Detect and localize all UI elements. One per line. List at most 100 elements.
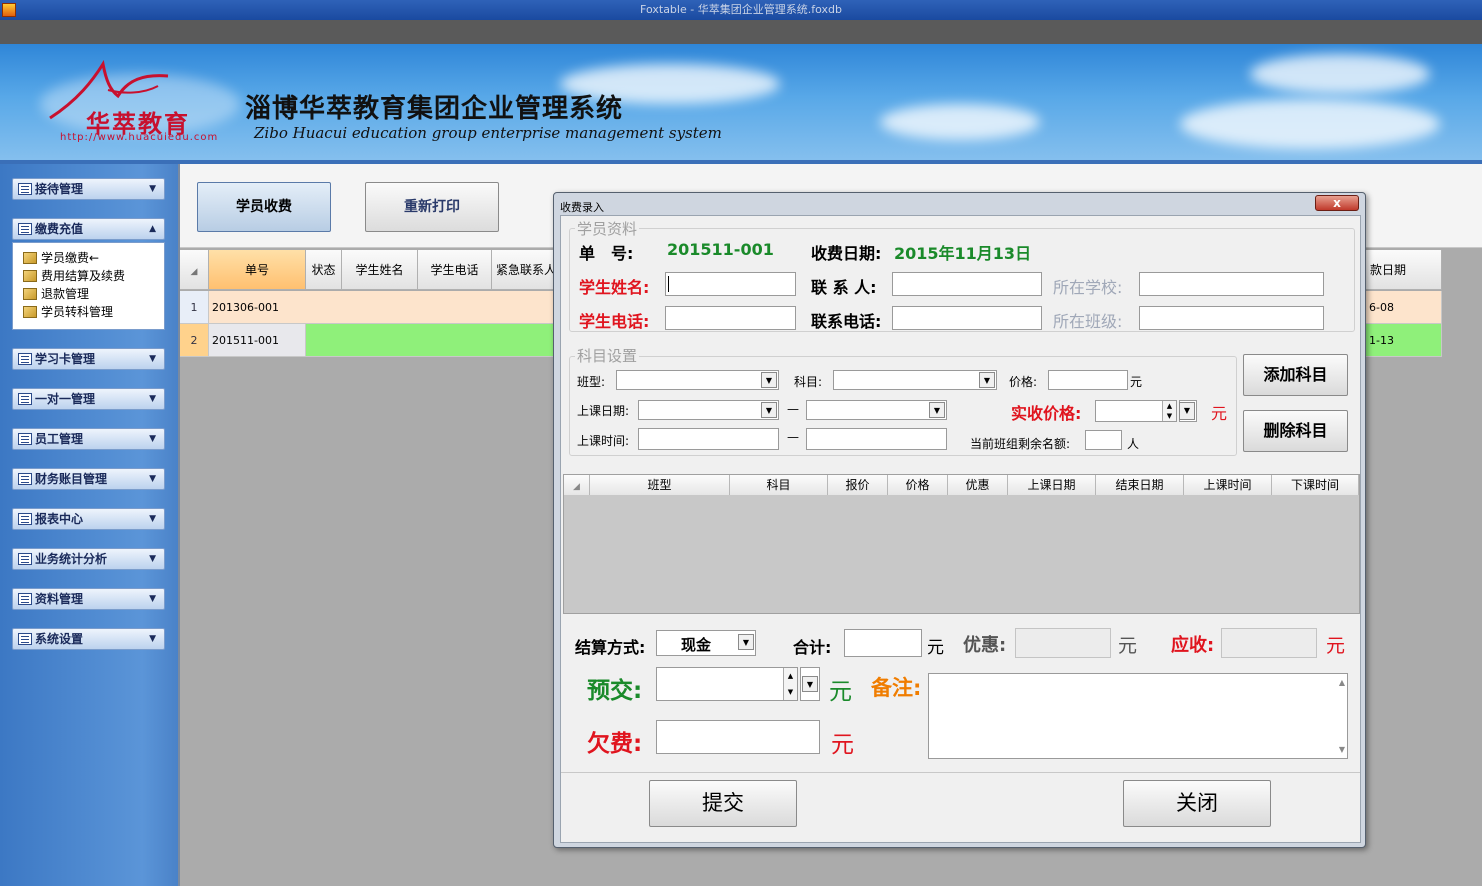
class-start-time-field[interactable]: [638, 428, 779, 450]
column-header[interactable]: 价格: [888, 475, 948, 495]
sidebar-group-study-card[interactable]: 学习卡管理 ▼: [12, 348, 165, 370]
sidebar-group-staff[interactable]: 员工管理 ▼: [12, 428, 165, 450]
chevron-down-icon[interactable]: ▼: [761, 372, 777, 388]
chevron-down-icon: ▼: [149, 434, 156, 444]
arrears-field[interactable]: [656, 720, 820, 754]
spinner-icon[interactable]: ▲ ▼: [783, 668, 797, 700]
student-payment-button[interactable]: 学员收费: [197, 182, 331, 232]
prepay-unit: 元: [829, 679, 852, 705]
folder-icon: [23, 306, 37, 318]
chevron-down-icon: ▼: [149, 634, 156, 644]
sidebar-group-label: 一对一管理: [35, 392, 96, 406]
order-number: 201306-001: [212, 301, 279, 314]
table-cell-date[interactable]: 1-13: [1366, 324, 1442, 357]
prepay-dropdown[interactable]: ▼: [800, 667, 820, 701]
sidebar-group-label: 财务账目管理: [35, 472, 108, 486]
receivable-field[interactable]: [1221, 628, 1317, 658]
scroll-up-icon[interactable]: ▲: [1339, 678, 1345, 687]
column-header[interactable]: 紧急联系人: [492, 250, 560, 290]
sidebar-group-finance[interactable]: 财务账目管理 ▼: [12, 468, 165, 490]
payment-method-label: 结算方式:: [575, 638, 646, 657]
school-field[interactable]: [1139, 272, 1324, 296]
contact-phone-label: 联系电话:: [811, 312, 882, 331]
class-field[interactable]: [1139, 306, 1324, 330]
pay-date-label: 收费日期:: [811, 244, 882, 263]
close-button[interactable]: 关闭: [1123, 780, 1271, 827]
app-icon[interactable]: [2, 3, 16, 17]
sidebar-item-settlement[interactable]: 费用结算及续费: [23, 267, 125, 285]
submit-button[interactable]: 提交: [649, 780, 797, 827]
select-all-corner[interactable]: ◢: [180, 250, 209, 290]
student-name-field[interactable]: [665, 272, 796, 296]
class-type-select[interactable]: ▼: [616, 370, 779, 390]
class-end-time-field[interactable]: [806, 428, 947, 450]
end-date-picker[interactable]: ▼: [806, 400, 947, 420]
start-date-label: 上课日期:: [577, 404, 630, 418]
column-header[interactable]: 科目: [730, 475, 828, 495]
sidebar-group-data[interactable]: 资料管理 ▼: [12, 588, 165, 610]
spinner-icon[interactable]: ▲ ▼: [1162, 401, 1176, 421]
scroll-down-icon[interactable]: ▼: [1339, 745, 1345, 754]
sidebar-group-reports[interactable]: 报表中心 ▼: [12, 508, 165, 530]
row-number[interactable]: 1: [180, 291, 209, 324]
contact-person-field[interactable]: [892, 272, 1042, 296]
folder-icon: [23, 270, 37, 282]
column-header[interactable]: 班型: [590, 475, 730, 495]
sidebar-group-payment[interactable]: 缴费充值 ▲: [12, 218, 165, 240]
column-header[interactable]: 结束日期: [1096, 475, 1184, 495]
table-cell-date[interactable]: 6-08: [1366, 291, 1442, 324]
student-phone-field[interactable]: [665, 306, 796, 330]
column-header[interactable]: 状态: [306, 250, 342, 290]
chevron-down-icon[interactable]: ▼: [1179, 402, 1195, 420]
sidebar-submenu: 学员缴费← 费用结算及续费 退款管理 学员转科管理: [12, 242, 165, 330]
prepay-label: 预交:: [587, 678, 643, 704]
dialog-body: 学员资料 单 号: 201511-001 收费日期: 2015年11月13日 学…: [560, 215, 1361, 843]
select-all-corner[interactable]: ◢: [564, 475, 590, 495]
close-icon[interactable]: x: [1315, 195, 1359, 211]
column-header[interactable]: 报价: [828, 475, 888, 495]
total-field[interactable]: [844, 629, 922, 657]
prepay-field[interactable]: ▲ ▼: [656, 667, 798, 701]
divider: [561, 772, 1360, 773]
column-header[interactable]: 上课时间: [1184, 475, 1272, 495]
subject-settings-legend: 科目设置: [575, 345, 640, 366]
column-header[interactable]: 款日期: [1366, 250, 1442, 290]
chevron-down-icon[interactable]: ▼: [738, 634, 754, 650]
column-header[interactable]: 学生姓名: [342, 250, 418, 290]
chevron-down-icon[interactable]: ▼: [929, 402, 945, 418]
chevron-down-icon: ▼: [149, 594, 156, 604]
contact-phone-field[interactable]: [892, 306, 1042, 330]
column-header[interactable]: 单号: [209, 250, 306, 290]
actual-price-field[interactable]: ▲ ▼: [1095, 400, 1177, 422]
sidebar-group-label: 接待管理: [35, 182, 84, 196]
column-header[interactable]: 学生电话: [418, 250, 492, 290]
sidebar-item-refund[interactable]: 退款管理: [23, 285, 89, 303]
remaining-seats-field[interactable]: [1085, 430, 1122, 450]
sidebar-group-analytics[interactable]: 业务统计分析 ▼: [12, 548, 165, 570]
note-textarea[interactable]: ▲ ▼: [928, 673, 1348, 759]
column-header[interactable]: 下课时间: [1272, 475, 1359, 495]
actual-price-dropdown[interactable]: ▼: [1179, 400, 1197, 422]
add-subject-button[interactable]: 添加科目: [1243, 354, 1348, 396]
total-unit: 元: [927, 638, 944, 658]
chevron-down-icon[interactable]: ▼: [761, 402, 777, 418]
start-date-picker[interactable]: ▼: [638, 400, 779, 420]
subject-select[interactable]: ▼: [833, 370, 997, 390]
sidebar-group-reception[interactable]: 接待管理 ▼: [12, 178, 165, 200]
chevron-down-icon[interactable]: ▼: [979, 372, 995, 388]
payment-method-select[interactable]: 现金 ▼: [656, 630, 756, 656]
row-number[interactable]: 2: [180, 324, 209, 357]
discount-field[interactable]: [1015, 628, 1111, 658]
chevron-down-icon[interactable]: ▼: [802, 676, 818, 692]
sidebar-group-settings[interactable]: 系统设置 ▼: [12, 628, 165, 650]
sidebar-item-transfer[interactable]: 学员转科管理: [23, 303, 113, 321]
remaining-seats-unit: 人: [1127, 437, 1140, 451]
sidebar-item-student-payment[interactable]: 学员缴费←: [23, 249, 99, 267]
reprint-button[interactable]: 重新打印: [365, 182, 499, 232]
column-header[interactable]: 上课日期: [1008, 475, 1096, 495]
column-header[interactable]: 优惠: [948, 475, 1008, 495]
sidebar-group-one-on-one[interactable]: 一对一管理 ▼: [12, 388, 165, 410]
delete-subject-button[interactable]: 删除科目: [1243, 410, 1348, 452]
table-cell-order[interactable]: 201511-001: [209, 324, 306, 357]
price-field[interactable]: [1048, 370, 1128, 390]
